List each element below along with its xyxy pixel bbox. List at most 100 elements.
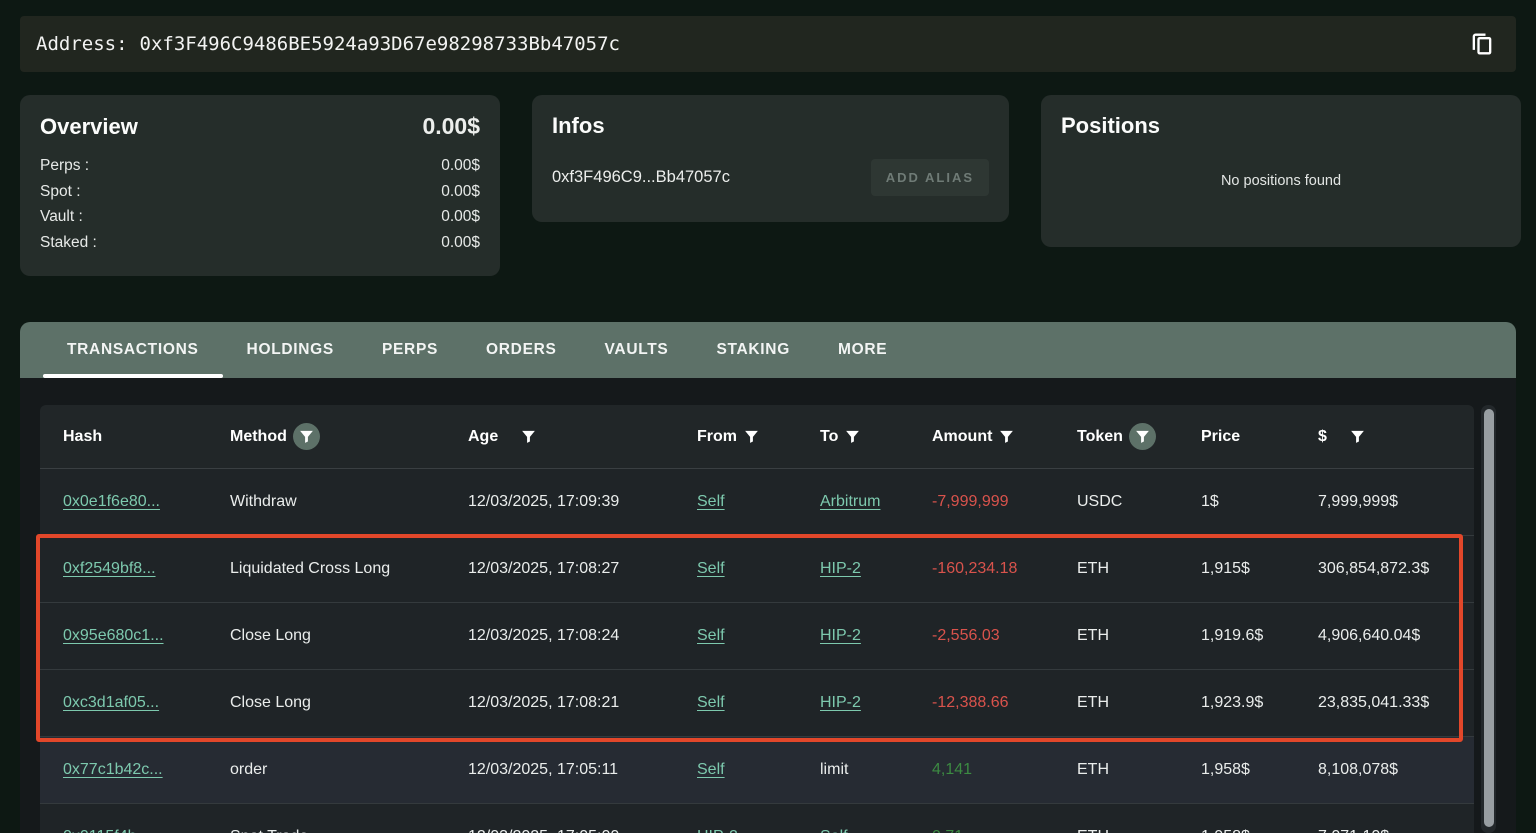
method-value: Withdraw <box>230 493 297 510</box>
transactions-table: HashMethodAgeFromToAmountTokenPrice$ 0x0… <box>40 405 1496 833</box>
amount-value: -12,388.66 <box>932 694 1009 711</box>
price-value: 1,958$ <box>1201 761 1250 778</box>
age-value: 12/03/2025, 17:08:27 <box>468 560 619 577</box>
method-value-cell: order <box>230 761 468 779</box>
hash-link[interactable]: 0xc3d1af05... <box>63 694 159 711</box>
tab-perps[interactable]: PERPS <box>358 322 462 378</box>
to-link-cell: HIP-2 <box>820 694 932 712</box>
token-value: ETH <box>1077 694 1109 711</box>
from-link[interactable]: Self <box>697 493 725 510</box>
filter-funnel-icon[interactable] <box>293 423 320 450</box>
from-link-cell: HIP-2 <box>697 828 820 833</box>
age-value: 12/03/2025, 17:08:24 <box>468 627 619 644</box>
price-value-cell: 1,958$ <box>1201 828 1318 833</box>
overview-label: Spot : <box>40 179 81 205</box>
filter-funnel-icon[interactable] <box>1349 428 1366 445</box>
column-header-amount: Amount <box>932 428 1077 446</box>
column-header-age: Age <box>468 428 697 446</box>
filter-funnel-icon[interactable] <box>1129 423 1156 450</box>
filter-funnel-icon[interactable] <box>844 428 861 445</box>
amount-value-cell: 4,141 <box>932 761 1077 779</box>
filter-funnel-icon[interactable] <box>998 428 1015 445</box>
filter-funnel-icon[interactable] <box>520 428 537 445</box>
to-link-cell: HIP-2 <box>820 627 932 645</box>
column-label: Hash <box>63 428 102 446</box>
token-value-cell: ETH <box>1077 761 1201 779</box>
hash-link[interactable]: 0xf2549bf8... <box>63 560 156 577</box>
hash-link[interactable]: 0x95e680c1... <box>63 627 164 644</box>
token-value: USDC <box>1077 493 1122 510</box>
method-value: order <box>230 761 267 778</box>
hash-link[interactable]: 0x0e1f6e80... <box>63 493 160 510</box>
copy-icon <box>1468 30 1496 58</box>
amount-value: -7,999,999 <box>932 493 1009 510</box>
from-link[interactable]: Self <box>697 560 725 577</box>
method-value: Close Long <box>230 627 311 644</box>
tab-more[interactable]: MORE <box>814 322 911 378</box>
copy-address-button[interactable] <box>1464 26 1500 62</box>
to-link-cell: Arbitrum <box>820 493 932 511</box>
tab-holdings[interactable]: HOLDINGS <box>223 322 358 378</box>
from-link[interactable]: HIP-2 <box>697 828 738 833</box>
table-body: 0x0e1f6e80... Withdraw 12/03/2025, 17:09:3… <box>40 469 1474 833</box>
column-label: To <box>820 428 838 446</box>
token-value-cell: ETH <box>1077 828 1201 833</box>
from-link-cell: Self <box>697 627 820 645</box>
age-value: 12/03/2025, 17:05:00 <box>468 828 619 833</box>
positions-title: Positions <box>1061 113 1501 139</box>
token-value: ETH <box>1077 828 1109 833</box>
overview-card: Overview 0.00$ Perps : 0.00$ Spot : 0.00… <box>20 95 500 276</box>
scrollbar-thumb[interactable] <box>1484 409 1494 827</box>
transactions-panel: HashMethodAgeFromToAmountTokenPrice$ 0x0… <box>20 378 1516 833</box>
overview-label: Perps : <box>40 153 89 179</box>
hash-link-cell: 0x0115f4b... <box>63 828 230 833</box>
token-value-cell: ETH <box>1077 694 1201 712</box>
usd-value-cell: 7,071.10$ <box>1318 828 1474 833</box>
price-value-cell: 1,919.6$ <box>1201 627 1318 645</box>
table-row: 0xf2549bf8...Liquidated Cross Long12/03/… <box>40 536 1474 603</box>
amount-value-cell: -160,234.18 <box>932 560 1077 578</box>
tab-transactions[interactable]: TRANSACTIONS <box>43 322 223 378</box>
to-link-cell: Self <box>820 828 932 833</box>
method-value-cell: Close Long <box>230 694 468 712</box>
price-value-cell: 1,923.9$ <box>1201 694 1318 712</box>
hash-link-cell: 0xc3d1af05... <box>63 694 230 712</box>
to-link-cell: HIP-2 <box>820 560 932 578</box>
address-value: 0xf3F496C9486BE5924a93D67e98298733Bb4705… <box>140 33 620 55</box>
to-link[interactable]: HIP-2 <box>820 694 861 711</box>
token-value: ETH <box>1077 761 1109 778</box>
usd-value: 4,906,640.04$ <box>1318 627 1420 644</box>
price-value: 1,958$ <box>1201 828 1250 833</box>
age-value: 12/03/2025, 17:08:21 <box>468 694 619 711</box>
tab-orders[interactable]: ORDERS <box>462 322 581 378</box>
infos-card: Infos 0xf3F496C9...Bb47057c ADD ALIAS <box>532 95 1009 222</box>
hash-link[interactable]: 0x77c1b42c... <box>63 761 163 778</box>
from-link[interactable]: Self <box>697 627 725 644</box>
overview-value: 0.00$ <box>441 230 480 256</box>
column-header-method: Method <box>230 423 468 450</box>
add-alias-button[interactable]: ADD ALIAS <box>871 159 989 196</box>
token-value-cell: ETH <box>1077 560 1201 578</box>
tab-vaults[interactable]: VAULTS <box>581 322 693 378</box>
table-row: 0x95e680c1... Close Long 12/03/2025, 17:08… <box>40 603 1474 670</box>
age-value-cell: 12/03/2025, 17:08:24 <box>468 627 697 645</box>
hash-link-cell: 0x77c1b42c... <box>63 761 230 779</box>
from-link[interactable]: Self <box>697 761 725 778</box>
filter-funnel-icon[interactable] <box>743 428 760 445</box>
from-link[interactable]: Self <box>697 694 725 711</box>
column-label: Price <box>1201 428 1240 446</box>
age-value: 12/03/2025, 17:09:39 <box>468 493 619 510</box>
to-link[interactable]: Arbitrum <box>820 493 880 510</box>
to-link[interactable]: HIP-2 <box>820 627 861 644</box>
tab-staking[interactable]: STAKING <box>692 322 814 378</box>
no-positions-text: No positions found <box>1061 173 1501 189</box>
to-link[interactable]: HIP-2 <box>820 560 861 577</box>
to-link-cell: limit <box>820 761 932 779</box>
overview-label: Staked : <box>40 230 97 256</box>
hash-link[interactable]: 0x0115f4b... <box>63 828 150 833</box>
usd-value: 7,999,999$ <box>1318 493 1398 510</box>
usd-value-cell: 4,906,640.04$ <box>1318 627 1474 645</box>
positions-card: Positions No positions found <box>1041 95 1521 247</box>
to-link[interactable]: Self <box>820 828 848 833</box>
method-value-cell: Spot Trade <box>230 828 468 833</box>
